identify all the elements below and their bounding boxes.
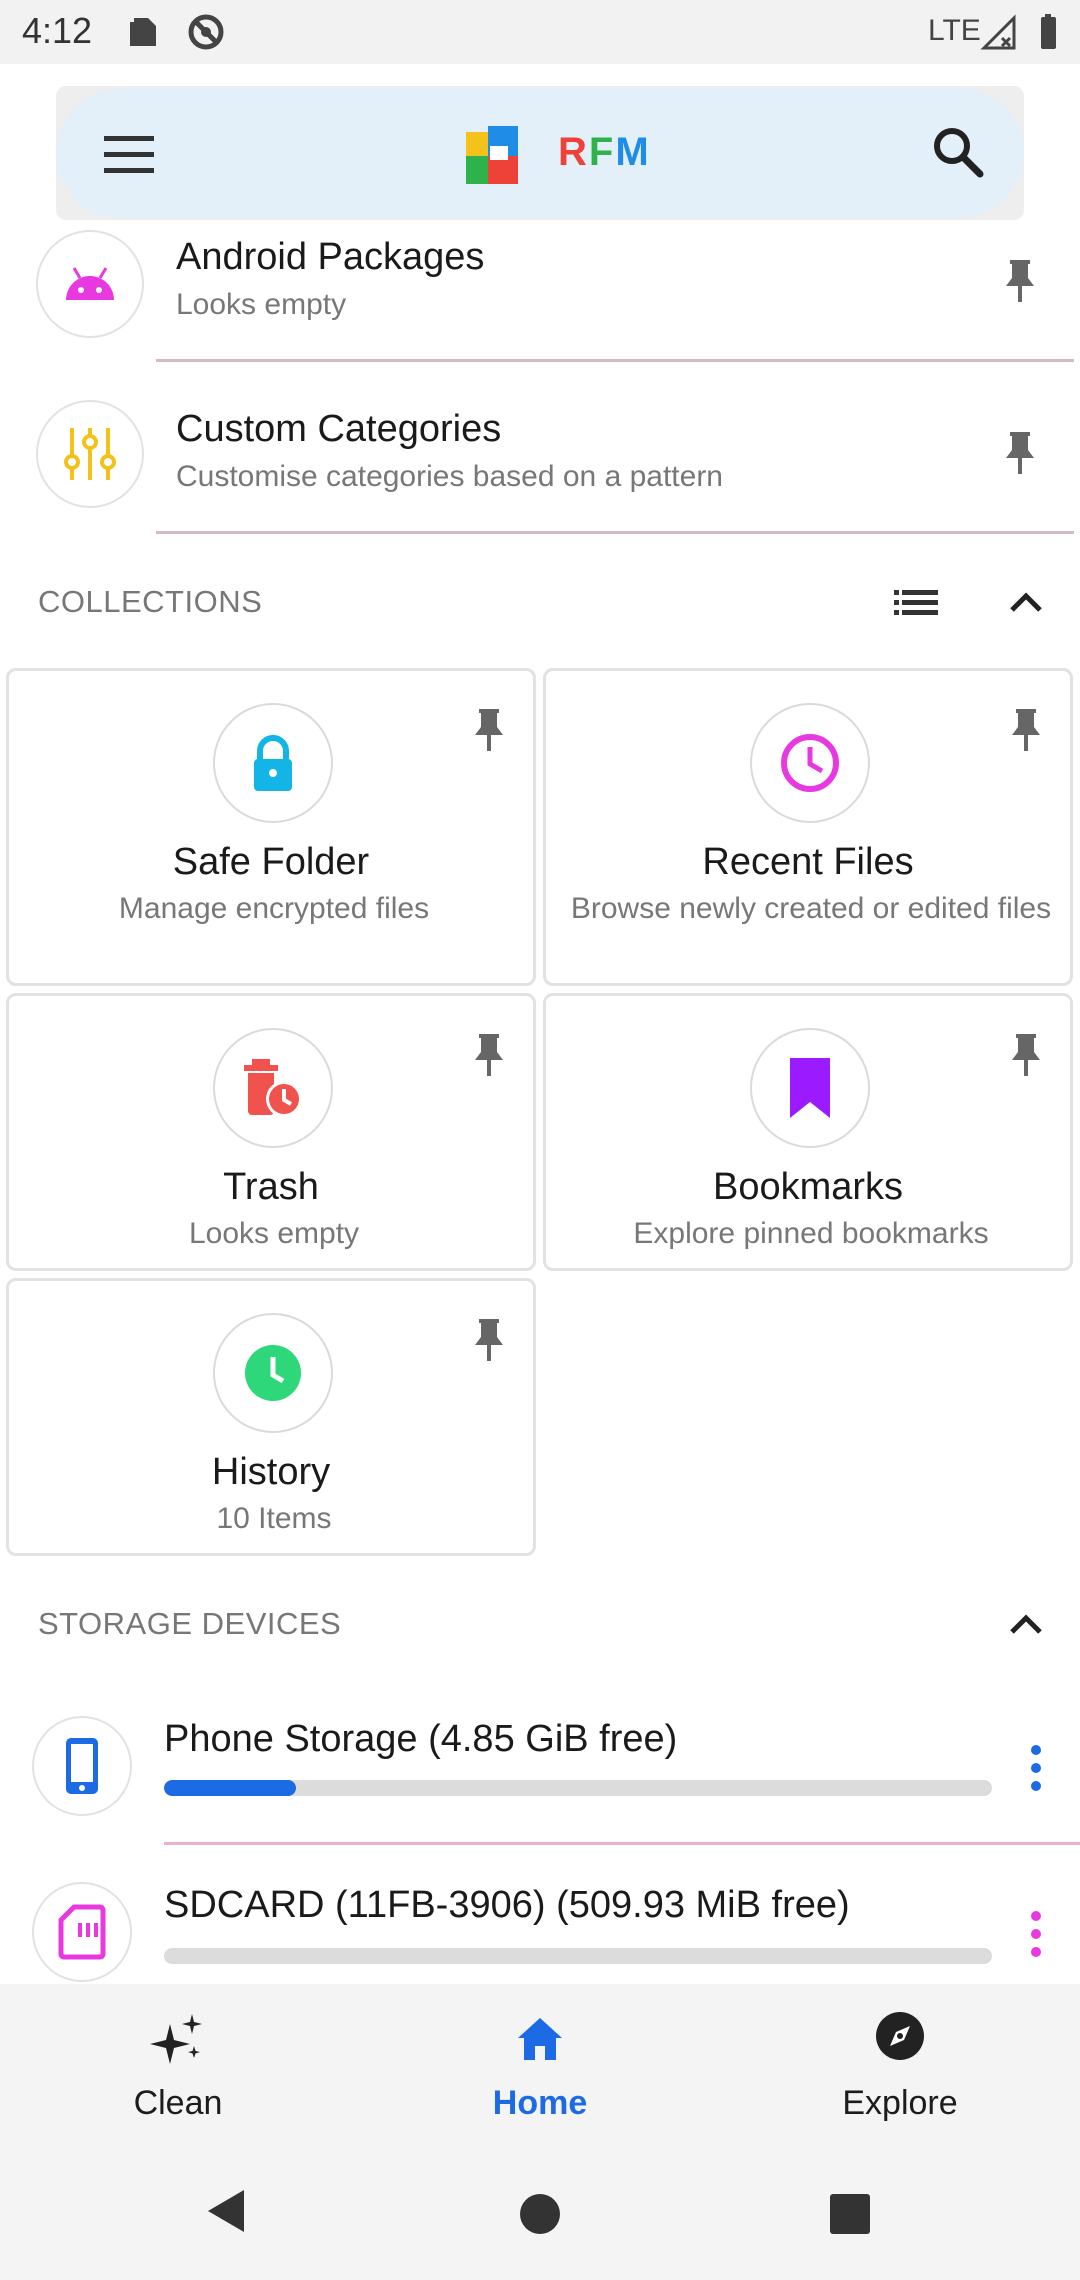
home-icon	[514, 2014, 566, 2064]
storage-title: Phone Storage (4.85 GiB free)	[164, 1718, 678, 1760]
at-sign-icon	[186, 12, 226, 52]
battery-icon	[1032, 12, 1072, 52]
card-title: History	[211, 1451, 331, 1493]
pin-icon[interactable]	[1006, 707, 1046, 755]
category-title: Custom Categories	[176, 408, 502, 450]
compass-icon	[874, 2010, 926, 2062]
pin-icon[interactable]	[1006, 1032, 1046, 1080]
more-options-icon[interactable]	[1020, 1740, 1052, 1796]
pin-icon[interactable]	[469, 1032, 509, 1080]
clock-icon	[750, 703, 870, 823]
storage-title: SDCARD (11FB-3906) (509.93 MiB free)	[164, 1884, 850, 1926]
back-icon[interactable]	[204, 2186, 250, 2236]
menu-icon[interactable]	[100, 126, 160, 182]
divider	[156, 531, 1074, 534]
card-subtitle: Explore pinned bookmarks	[633, 1217, 989, 1250]
history-icon	[213, 1313, 333, 1433]
status-bar: 4:12 LTE	[0, 0, 1080, 64]
storage-usage-bar	[164, 1948, 992, 1964]
card-title: Bookmarks	[712, 1166, 904, 1208]
storage-device-phone[interactable]: Phone Storage (4.85 GiB free)	[0, 1700, 1080, 1830]
lock-icon	[213, 703, 333, 823]
divider	[156, 359, 1074, 362]
collection-card-bookmarks[interactable]: Bookmarks Explore pinned bookmarks	[543, 993, 1073, 1271]
signal-icon	[980, 12, 1020, 52]
pin-icon[interactable]	[469, 707, 509, 755]
app-title: RFM	[558, 130, 651, 174]
pin-icon[interactable]	[1000, 430, 1040, 478]
storage-header: STORAGE DEVICES	[38, 1606, 342, 1641]
sliders-icon	[36, 400, 144, 508]
collection-card-recent-files[interactable]: Recent Files Browse newly created or edi…	[543, 668, 1073, 986]
sd-card-icon	[32, 1882, 132, 1982]
category-title: Android Packages	[176, 236, 485, 278]
storage-usage-bar	[164, 1780, 992, 1796]
recents-icon[interactable]	[828, 2192, 872, 2236]
nav-label: Clean	[133, 2084, 223, 2122]
card-subtitle: Manage encrypted files	[118, 892, 430, 925]
category-subtitle: Customise categories based on a pattern	[176, 460, 723, 493]
status-time: 4:12	[22, 10, 93, 51]
sim-card-icon	[124, 12, 164, 52]
card-title: Recent Files	[702, 841, 914, 883]
app-bar	[56, 88, 1024, 218]
storage-usage-fill	[164, 1780, 297, 1796]
category-row-custom-categories[interactable]: Custom Categories Customise categories b…	[0, 396, 1080, 536]
network-type: LTE	[928, 14, 981, 47]
collection-card-history[interactable]: History 10 Items	[6, 1278, 536, 1556]
home-button-icon[interactable]	[518, 2192, 562, 2236]
category-row-android-packages[interactable]: Android Packages Looks empty	[0, 224, 1080, 364]
bookmark-icon	[750, 1028, 870, 1148]
pin-icon[interactable]	[469, 1317, 509, 1365]
android-icon	[36, 230, 144, 338]
nav-item-clean[interactable]: Clean	[48, 2004, 308, 2124]
more-options-icon[interactable]	[1020, 1906, 1052, 1962]
collection-card-safe-folder[interactable]: Safe Folder Manage encrypted files	[6, 668, 536, 986]
card-subtitle: Browse newly created or edited files	[570, 892, 1052, 925]
nav-label: Home	[492, 2084, 588, 2122]
search-icon[interactable]	[928, 122, 988, 182]
collection-card-trash[interactable]: Trash Looks empty	[6, 993, 536, 1271]
phone-icon	[32, 1716, 132, 1816]
pin-icon[interactable]	[1000, 258, 1040, 306]
trash-clock-icon	[213, 1028, 333, 1148]
category-subtitle: Looks empty	[176, 288, 347, 321]
sparkles-icon	[148, 2010, 208, 2070]
nav-label: Explore	[842, 2084, 958, 2122]
card-title: Trash	[223, 1166, 319, 1208]
divider	[164, 1842, 1080, 1845]
card-title: Safe Folder	[172, 841, 370, 883]
card-subtitle: Looks empty	[188, 1217, 360, 1250]
collapse-storage-icon[interactable]	[1004, 1606, 1048, 1642]
collapse-collections-icon[interactable]	[1004, 584, 1048, 620]
card-subtitle: 10 Items	[216, 1502, 332, 1535]
storage-device-sdcard[interactable]: SDCARD (11FB-3906) (509.93 MiB free)	[0, 1864, 1080, 1984]
app-logo-icon	[464, 120, 524, 186]
nav-item-explore[interactable]: Explore	[770, 2004, 1030, 2124]
collections-header: COLLECTIONS	[38, 584, 263, 619]
nav-item-home[interactable]: Home	[410, 2004, 670, 2124]
list-view-icon[interactable]	[892, 584, 940, 620]
